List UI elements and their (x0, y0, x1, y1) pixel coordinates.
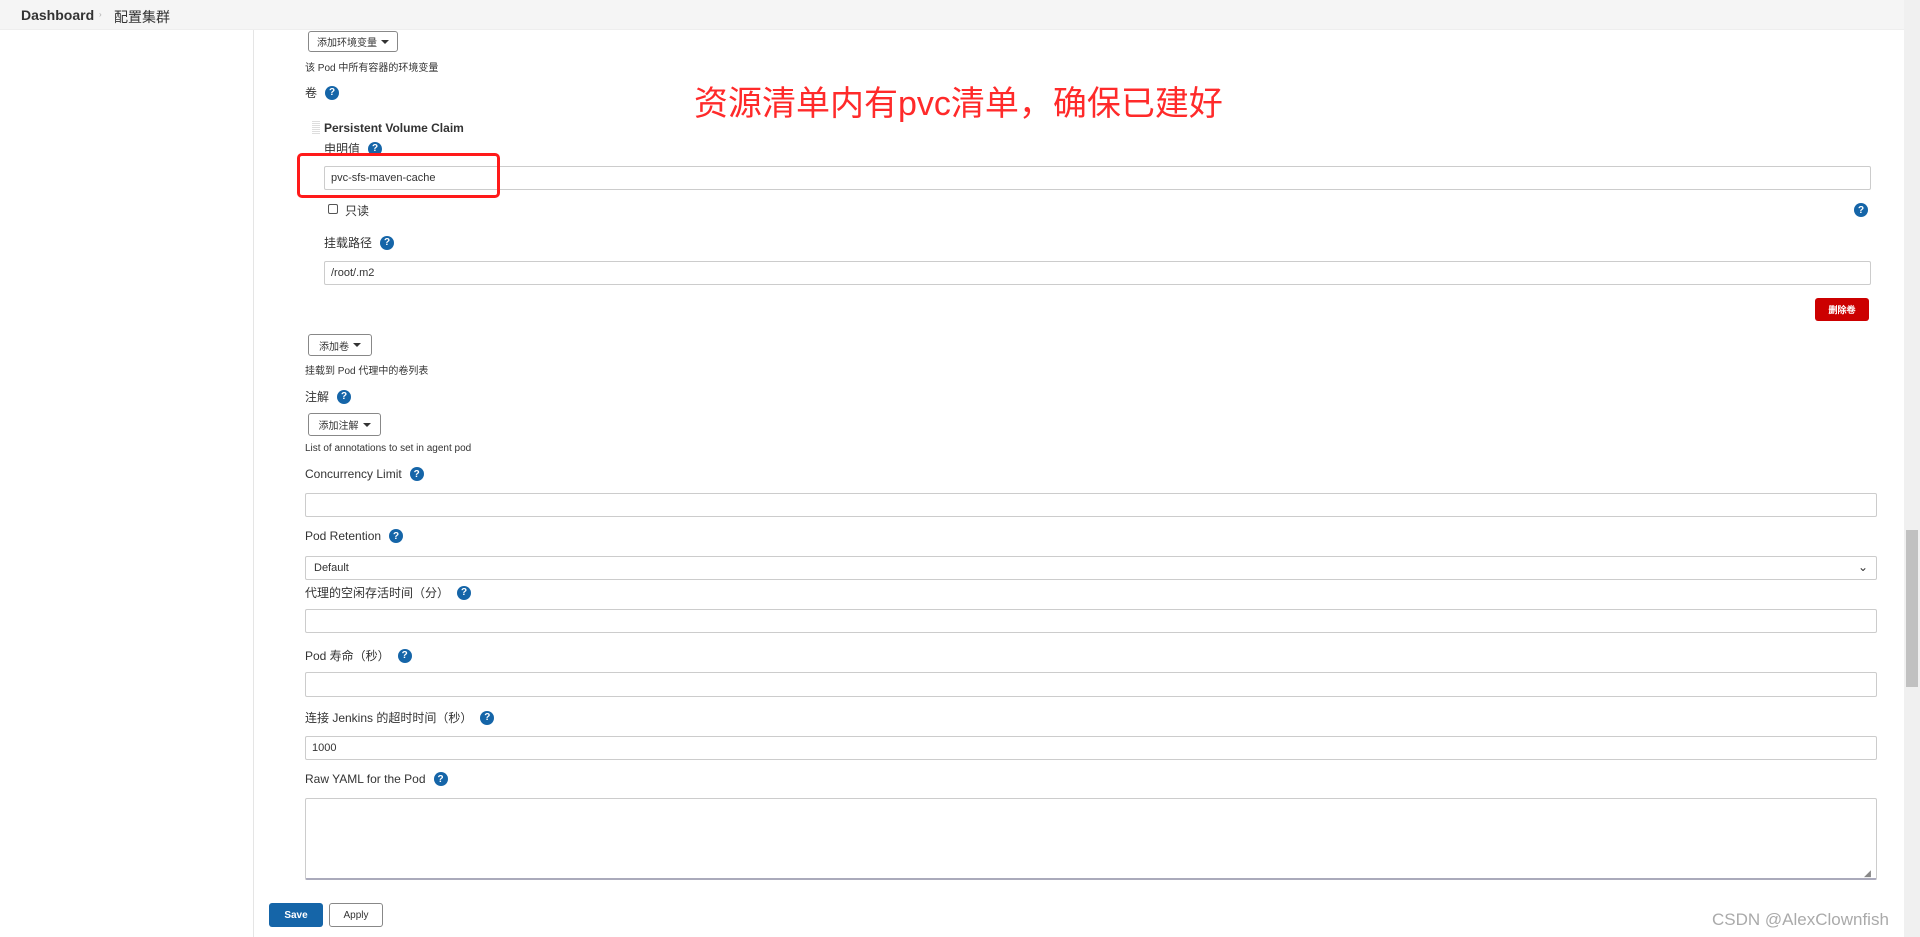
help-icon[interactable]: ? (409, 467, 424, 481)
sidebar-divider (253, 30, 254, 937)
top-bar (0, 0, 1904, 30)
pod-lifetime-label: Pod 寿命（秒）? (305, 647, 412, 664)
connect-timeout-input[interactable]: 1000 (305, 736, 1877, 760)
help-icon[interactable]: ? (433, 772, 448, 786)
delete-volume-button[interactable]: 删除卷 (1815, 298, 1869, 321)
help-icon[interactable]: ? (337, 389, 352, 404)
resize-handle-icon[interactable]: ◢ (1864, 868, 1871, 879)
save-button[interactable]: Save (269, 903, 323, 927)
help-icon[interactable]: ? (457, 585, 472, 600)
env-hint: 该 Pod 中所有容器的环境变量 (305, 63, 439, 74)
claim-name-input[interactable]: pvc-sfs-maven-cache (324, 166, 1871, 190)
raw-yaml-label: Raw YAML for the Pod? (305, 772, 448, 786)
drag-handle-icon[interactable] (312, 121, 320, 135)
add-volume-label: 添加卷 (319, 341, 349, 353)
volumes-label: 卷? (305, 84, 340, 101)
scrollbar[interactable] (1904, 0, 1920, 937)
breadcrumb-current[interactable]: 配置集群 (114, 7, 170, 27)
add-annotation-label: 添加注解 (318, 421, 359, 432)
idle-minutes-input[interactable] (305, 609, 1877, 633)
caret-down-icon (362, 422, 371, 427)
breadcrumb-separator-icon: › (99, 10, 102, 19)
highlight-box (297, 153, 500, 198)
annotations-hint: List of annotations to set in agent pod (305, 443, 472, 454)
help-icon[interactable]: ? (397, 648, 412, 663)
annotations-label: 注解? (305, 388, 352, 405)
add-env-var-label: 添加环境变量 (317, 38, 377, 49)
mount-path-input[interactable]: /root/.m2 (324, 261, 1871, 285)
caret-down-icon (381, 39, 389, 44)
concurrency-limit-input[interactable] (305, 493, 1877, 517)
connect-timeout-label: 连接 Jenkins 的超时时间（秒）? (305, 709, 495, 726)
mount-path-label: 挂载路径? (324, 234, 395, 251)
readonly-checkbox[interactable] (328, 204, 338, 214)
concurrency-label: Concurrency Limit? (305, 467, 424, 481)
readonly-label: 只读 (345, 204, 370, 218)
help-icon[interactable]: ? (380, 235, 395, 250)
watermark: CSDN @AlexClownfish (1712, 910, 1889, 929)
caret-down-icon (353, 343, 361, 347)
help-icon[interactable]: ? (1854, 203, 1868, 217)
pod-retention-select[interactable]: Default ⌄ (305, 556, 1877, 580)
help-icon[interactable]: ? (325, 85, 340, 100)
add-volume-button[interactable]: 添加卷 (308, 334, 372, 356)
pod-retention-value: Default (314, 562, 349, 574)
help-icon[interactable]: ? (389, 529, 404, 543)
annotation-overlay-text: 资源清单内有pvc清单，确保已建好 (694, 85, 1223, 123)
help-icon[interactable]: ? (480, 710, 495, 725)
pod-retention-label: Pod Retention? (305, 529, 404, 543)
pod-lifetime-input[interactable] (305, 672, 1877, 697)
scrollbar-thumb[interactable] (1906, 530, 1918, 687)
volumes-hint: 挂载到 Pod 代理中的卷列表 (305, 366, 429, 377)
add-env-var-button[interactable]: 添加环境变量 (308, 31, 398, 52)
chevron-down-icon: ⌄ (1857, 560, 1868, 574)
pvc-title: Persistent Volume Claim (324, 121, 464, 135)
breadcrumb-dashboard[interactable]: Dashboard (21, 7, 94, 23)
idle-minutes-label: 代理的空闲存活时间（分）? (305, 584, 472, 601)
apply-button[interactable]: Apply (329, 903, 383, 927)
add-annotation-button[interactable]: 添加注解 (308, 413, 381, 436)
raw-yaml-textarea[interactable] (305, 798, 1877, 880)
